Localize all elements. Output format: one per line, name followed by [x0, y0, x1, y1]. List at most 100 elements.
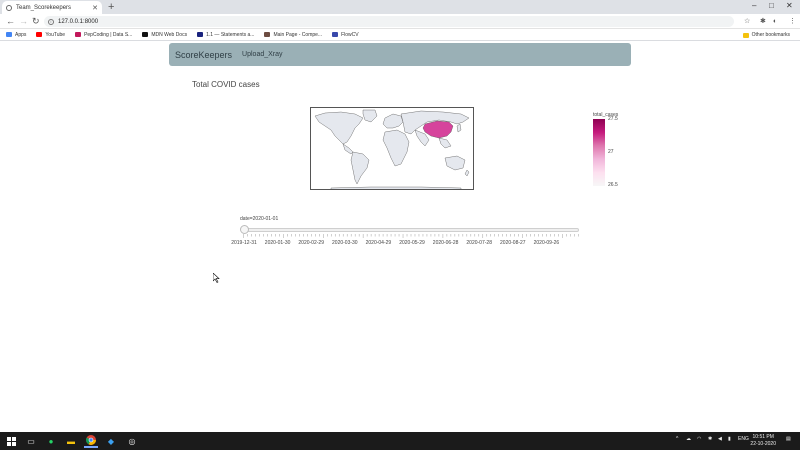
- slider-date-label[interactable]: 2020-03-30: [332, 240, 358, 246]
- globe-icon: [6, 4, 12, 11]
- browser-tabstrip: Team_Scorekeepers ✕ + – □ ✕: [0, 0, 800, 14]
- pepcoding-icon: [75, 32, 82, 37]
- slider-date-label[interactable]: 2020-08-27: [500, 240, 526, 246]
- windows-taskbar: ▭ ● ▬ ◆ ◎ ^ ☁ ◠ ✱ ◀ ▮ ENG 10:51 PM 22-10…: [0, 432, 800, 450]
- mouse-cursor-icon: [213, 273, 220, 283]
- nav-link-upload-xray[interactable]: Upload_Xray: [242, 51, 282, 58]
- bookmark-label: YouTube: [45, 31, 66, 38]
- region-central-america[interactable]: [342, 143, 354, 155]
- region-antarctica[interactable]: [330, 186, 462, 190]
- flowcv-icon: [332, 32, 339, 37]
- vscode-icon[interactable]: ◆: [104, 434, 118, 448]
- bookmarks-bar: Apps YouTube PepCoding | Data S... MDN W…: [0, 29, 800, 41]
- bookmark-label: FlowCV: [341, 31, 359, 38]
- brand-link[interactable]: ScoreKeepers: [175, 50, 232, 60]
- minimize-button[interactable]: –: [752, 1, 756, 10]
- world-choropleth-map[interactable]: [310, 107, 474, 190]
- address-bar[interactable]: i 127.0.0.1:8000: [44, 16, 734, 27]
- bookmark-statements[interactable]: 1.1 — Statements a...: [197, 32, 254, 38]
- info-icon[interactable]: i: [48, 18, 54, 25]
- region-australia[interactable]: [444, 155, 466, 171]
- reload-icon[interactable]: ↻: [32, 16, 40, 27]
- windows-start-icon[interactable]: [4, 434, 18, 448]
- date-slider-handle[interactable]: [240, 225, 249, 234]
- notification-icon[interactable]: ▤: [786, 436, 791, 442]
- bookmark-pepcoding[interactable]: PepCoding | Data S...: [75, 32, 132, 38]
- wifi-icon[interactable]: ◠: [697, 436, 701, 442]
- youtube-icon: [36, 32, 43, 37]
- other-bookmarks[interactable]: Other bookmarks: [742, 32, 790, 38]
- tray-chevron-icon[interactable]: ^: [676, 436, 678, 442]
- slider-date-label[interactable]: 2020-07-28: [466, 240, 492, 246]
- url-text: 127.0.0.1:8000: [58, 18, 99, 25]
- slider-date-label[interactable]: 2019-12-31: [231, 240, 257, 246]
- page-icon: [264, 32, 271, 37]
- apps-grid-icon: [6, 32, 12, 37]
- file-explorer-icon[interactable]: ▬: [64, 434, 78, 448]
- bookmark-label: PepCoding | Data S...: [84, 31, 133, 38]
- battery-icon[interactable]: ▮: [728, 436, 731, 442]
- bookmark-apps[interactable]: Apps: [6, 32, 26, 38]
- tab-close-icon[interactable]: ✕: [92, 4, 98, 12]
- slider-date-label[interactable]: 2020-01-30: [265, 240, 291, 246]
- bookmark-label: Apps: [15, 31, 27, 38]
- network-icon[interactable]: ☁: [686, 436, 691, 442]
- bookmark-main-page[interactable]: Main Page - Compe...: [264, 32, 322, 38]
- date-slider-rail[interactable]: [243, 228, 579, 232]
- region-africa[interactable]: [382, 129, 410, 167]
- bookmark-label: MDN Web Docs: [151, 31, 188, 38]
- chart-title: Total COVID cases: [192, 80, 260, 89]
- region-southeast-asia[interactable]: [438, 137, 452, 149]
- slider-date-label[interactable]: 2020-06-28: [433, 240, 459, 246]
- colorbar-tick: 27: [608, 149, 614, 155]
- browser-tab[interactable]: Team_Scorekeepers ✕: [2, 1, 102, 14]
- system-clock[interactable]: 10:51 PM 22-10-2020: [750, 434, 776, 448]
- bookmark-flowcv[interactable]: FlowCV: [332, 32, 359, 38]
- region-japan[interactable]: [456, 123, 462, 133]
- colorbar-tick: 26.5: [608, 182, 618, 188]
- whatsapp-icon[interactable]: ●: [44, 434, 58, 448]
- region-new-zealand[interactable]: [464, 169, 470, 177]
- region-north-america[interactable]: [314, 111, 364, 145]
- mdn-icon: [142, 32, 149, 37]
- region-europe[interactable]: [382, 113, 404, 129]
- colorbar-tick: 27.5: [608, 116, 618, 122]
- maximize-button[interactable]: □: [769, 1, 774, 10]
- volume-icon[interactable]: ◀: [718, 436, 722, 442]
- back-icon[interactable]: ←: [6, 16, 15, 27]
- region-greenland[interactable]: [362, 109, 378, 123]
- slider-date-label[interactable]: 2020-09-26: [534, 240, 560, 246]
- folder-icon: [742, 32, 749, 38]
- region-china[interactable]: [422, 120, 454, 139]
- bookmark-star-icon[interactable]: ☆: [744, 16, 750, 27]
- browser-toolbar: ← → ↻ i 127.0.0.1:8000 ☆ ✱ ◐ ⋮: [0, 14, 800, 29]
- task-view-icon[interactable]: ▭: [24, 434, 38, 448]
- doc-icon: [197, 32, 204, 37]
- bookmark-mdn[interactable]: MDN Web Docs: [142, 32, 187, 38]
- extensions-icon[interactable]: ✱: [760, 16, 766, 27]
- settings-icon[interactable]: ◎: [125, 434, 139, 448]
- language-indicator[interactable]: ENG: [738, 436, 749, 442]
- bluetooth-icon[interactable]: ✱: [708, 436, 712, 442]
- clock-time: 10:51 PM: [752, 434, 774, 440]
- slider-date-label[interactable]: 2020-02-29: [298, 240, 324, 246]
- map-svg: [314, 109, 470, 190]
- other-bookmarks-label: Other bookmarks: [751, 32, 790, 38]
- tab-title: Team_Scorekeepers: [16, 4, 72, 11]
- colorbar: [593, 119, 605, 186]
- menu-kebab-icon[interactable]: ⋮: [789, 16, 796, 27]
- chrome-icon[interactable]: [84, 434, 98, 448]
- slider-ticks: [243, 234, 579, 238]
- bookmark-label: Main Page - Compe...: [273, 31, 323, 38]
- slider-date-label[interactable]: 2020-04-29: [366, 240, 392, 246]
- region-south-america[interactable]: [350, 151, 370, 185]
- new-tab-button[interactable]: +: [108, 1, 114, 13]
- forward-icon[interactable]: →: [19, 16, 28, 27]
- site-navbar: ScoreKeepers Upload_Xray: [169, 43, 631, 66]
- bookmark-youtube[interactable]: YouTube: [36, 32, 65, 38]
- close-window-button[interactable]: ✕: [786, 1, 793, 10]
- slider-date-label[interactable]: 2020-05-29: [399, 240, 425, 246]
- slider-current-value: date=2020-01-01: [240, 216, 279, 222]
- bookmark-label: 1.1 — Statements a...: [206, 31, 255, 38]
- profile-icon[interactable]: ◐: [773, 16, 777, 27]
